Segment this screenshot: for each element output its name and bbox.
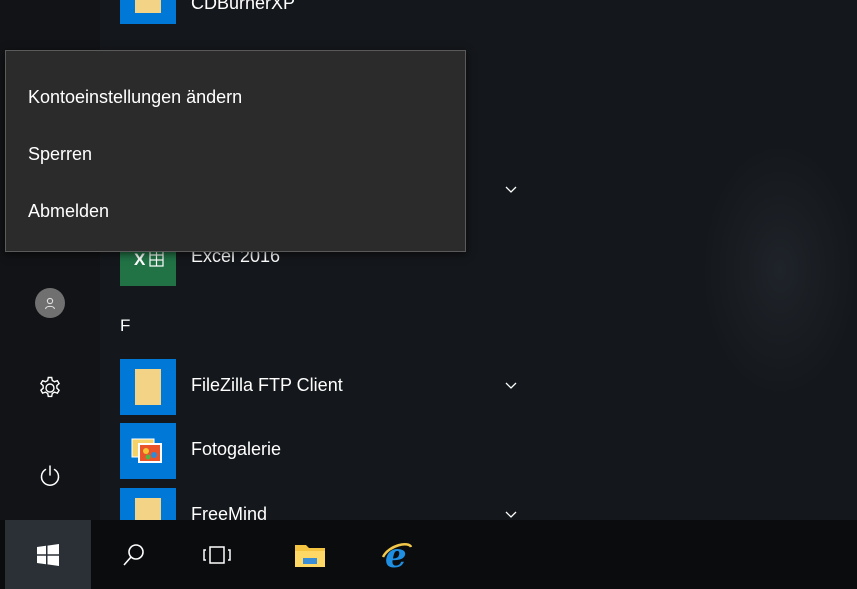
account-context-menu: Kontoeinstellungen ändern Sperren Abmeld… <box>5 50 466 252</box>
app-item-fotogalerie[interactable]: Fotogalerie <box>100 419 540 483</box>
user-avatar-icon <box>35 288 65 318</box>
menu-item-change-account-settings[interactable]: Kontoeinstellungen ändern <box>6 71 465 123</box>
svg-text:X: X <box>134 250 146 269</box>
file-explorer-button[interactable] <box>278 520 342 589</box>
app-item-cdburnerxp[interactable]: CDBurnerXP <box>100 0 540 28</box>
app-label: CDBurnerXP <box>191 0 296 13</box>
folder-icon <box>120 0 176 24</box>
search-icon <box>123 543 144 566</box>
folder-icon <box>120 359 176 415</box>
user-account-button[interactable] <box>4 277 96 329</box>
start-menu: CDBurnerXP X Excel 2016 F FileZilla FTP … <box>0 0 857 520</box>
app-item-freemind[interactable]: FreeMind <box>100 484 540 520</box>
photo-gallery-icon <box>120 423 176 479</box>
start-button[interactable] <box>5 520 91 589</box>
section-header-f[interactable]: F <box>120 316 130 336</box>
app-label: FreeMind <box>191 504 268 520</box>
chevron-down-icon[interactable] <box>502 181 520 199</box>
settings-button[interactable] <box>4 362 96 414</box>
taskbar: e <box>0 520 857 589</box>
background-glow <box>700 140 857 400</box>
chevron-down-icon[interactable] <box>502 506 520 520</box>
app-label: Fotogalerie <box>191 439 282 459</box>
menu-item-lock[interactable]: Sperren <box>6 128 465 180</box>
folder-icon <box>120 488 176 520</box>
chevron-down-icon[interactable] <box>502 377 520 395</box>
windows-start-icon <box>37 543 59 566</box>
task-view-button[interactable] <box>185 520 249 589</box>
internet-explorer-icon: e <box>381 537 413 573</box>
app-label: FileZilla FTP Client <box>191 375 343 395</box>
search-button[interactable] <box>102 520 166 589</box>
settings-icon <box>40 376 60 398</box>
menu-item-sign-out[interactable]: Abmelden <box>6 185 465 237</box>
svg-text:e: e <box>385 537 407 573</box>
file-explorer-icon <box>295 544 325 567</box>
app-item-filezilla[interactable]: FileZilla FTP Client <box>100 355 540 419</box>
internet-explorer-button[interactable]: e <box>365 520 429 589</box>
power-icon <box>40 465 60 486</box>
power-button[interactable] <box>4 450 96 502</box>
task-view-icon <box>203 545 231 564</box>
